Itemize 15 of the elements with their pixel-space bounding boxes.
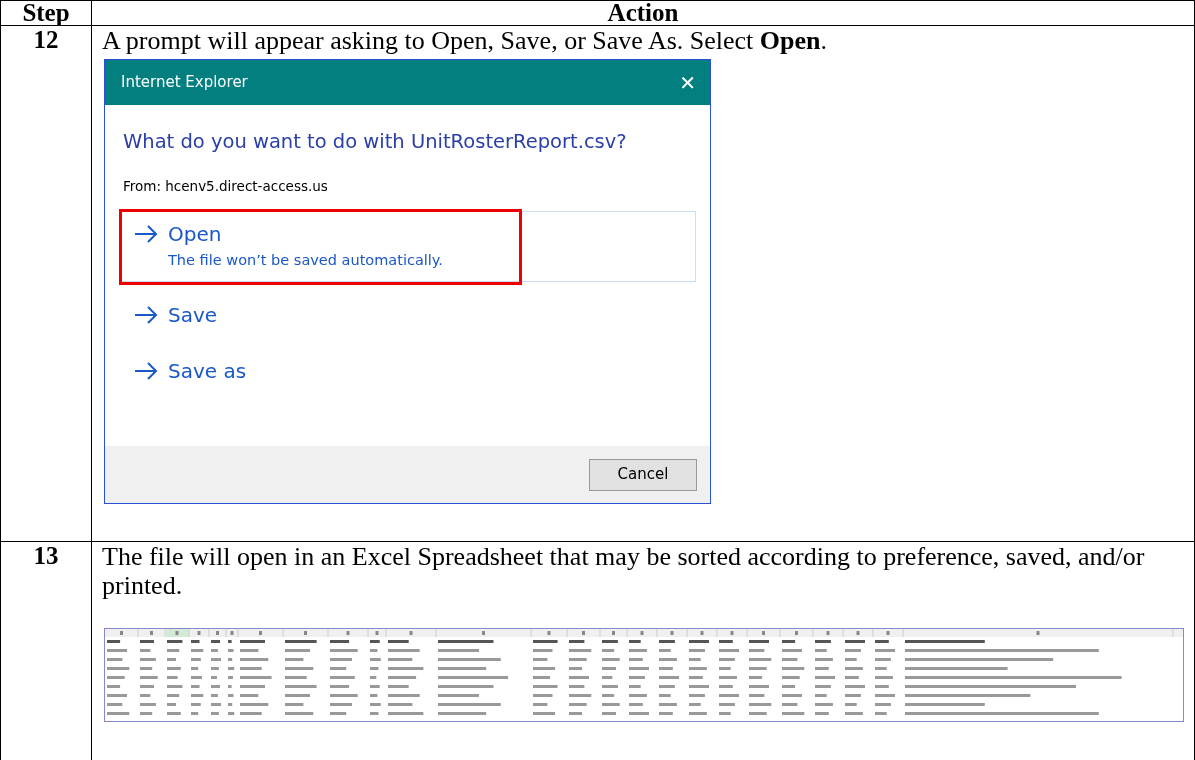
arrow-icon [134,361,158,382]
dialog-title: Internet Explorer [121,72,248,94]
instruction-text: A prompt will appear asking to Open, Save, or Save As. Select Open. [102,26,828,55]
arrow-icon [134,223,158,244]
dialog-question: What do you want to do with UnitRosterReport.csv? [123,129,628,155]
step-number: 12 [0,25,92,542]
dialog-option[interactable]: Open The file won’t be saved automatically. [121,210,696,283]
column-header: Action [91,0,1195,26]
source-text: From: hcenv5.direct-access.us [123,177,329,197]
step-number: 13 [0,541,92,760]
instruction-text: The file will open in an Excel Spreadsheet that may be sorted according to preference, saved, and/or printed. [102,542,1146,600]
column-header: Step [0,0,92,26]
arrow-icon [134,305,158,326]
close-button[interactable]: ✕ [679,67,696,98]
cancel-button[interactable]: Cancel [589,458,697,491]
